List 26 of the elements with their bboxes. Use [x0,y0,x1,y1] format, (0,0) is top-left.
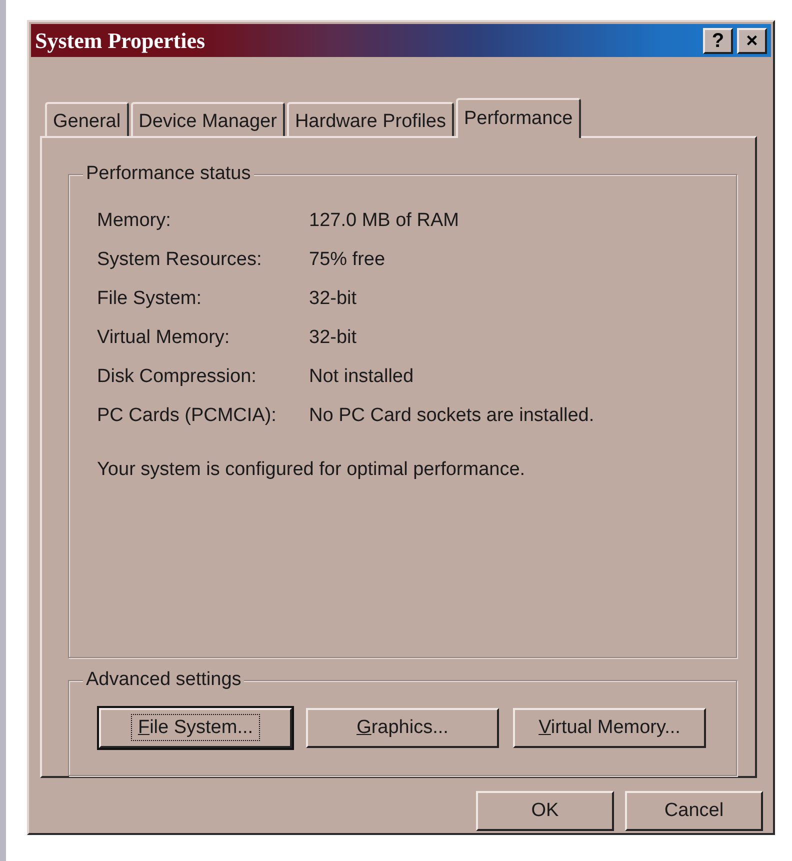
field-label: Memory: [97,209,172,234]
settings-button[interactable]: Virtual Memory... [513,708,706,748]
field-label: File System: [97,287,203,312]
window-title: System Properties [35,27,206,55]
settings-button[interactable]: File System... [99,708,292,748]
field-label: PC Cards (PCMCIA): [97,404,278,428]
field-value: 32-bit [309,326,357,350]
ok-button[interactable]: OK [476,791,614,831]
field-value: No PC Card sockets are installed. [309,404,594,428]
field-label: Virtual Memory: [97,326,231,350]
field-value: Not installed [309,365,414,390]
group-title: Advanced settings [83,668,244,692]
tab[interactable]: Performance [456,98,581,138]
tab[interactable]: General [45,102,129,136]
status-message: Your system is configured for optimal performance. [97,458,526,482]
cancel-button[interactable]: Cancel [625,791,763,831]
field-label: Disk Compression: [97,365,258,390]
field-value: 127.0 MB of RAM [309,209,459,234]
settings-button[interactable]: Graphics... [306,708,499,748]
tab[interactable]: Device Manager [130,102,285,136]
field-label: System Resources: [97,248,263,272]
help-button[interactable]: ? [703,28,733,54]
field-value: 75% free [309,248,386,272]
field-value: 32-bit [309,287,357,312]
close-button[interactable]: × [737,28,767,54]
tab[interactable]: Hardware Profiles [286,102,454,136]
